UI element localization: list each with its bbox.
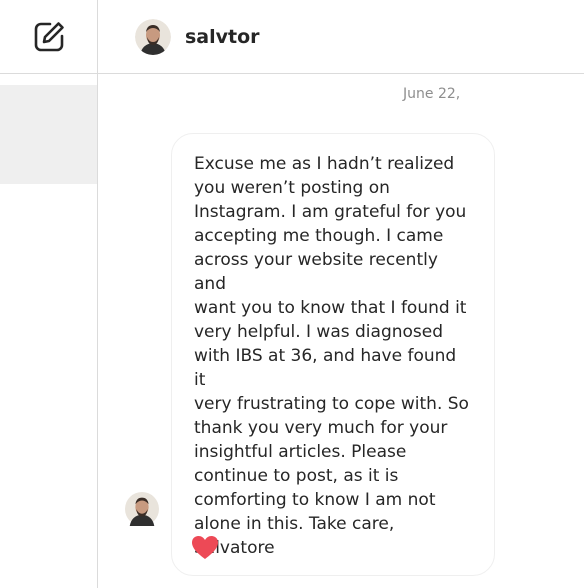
message-bubble[interactable]: Excuse me as I hadn’t realized you weren…: [171, 133, 495, 576]
message-reaction[interactable]: [191, 535, 219, 561]
heart-icon: [192, 536, 218, 559]
conversation-list-header: [0, 0, 97, 74]
avatar[interactable]: [135, 18, 171, 55]
chat-header: salvtor: [98, 0, 584, 74]
new-message-button[interactable]: [29, 17, 69, 57]
message-date: June 22,: [403, 86, 461, 102]
conversation-list-pane: [0, 0, 98, 588]
selected-conversation-row[interactable]: [0, 85, 97, 184]
message-sender-avatar[interactable]: [125, 492, 159, 526]
chat-username[interactable]: salvtor: [185, 26, 260, 48]
compose-icon: [34, 21, 64, 51]
